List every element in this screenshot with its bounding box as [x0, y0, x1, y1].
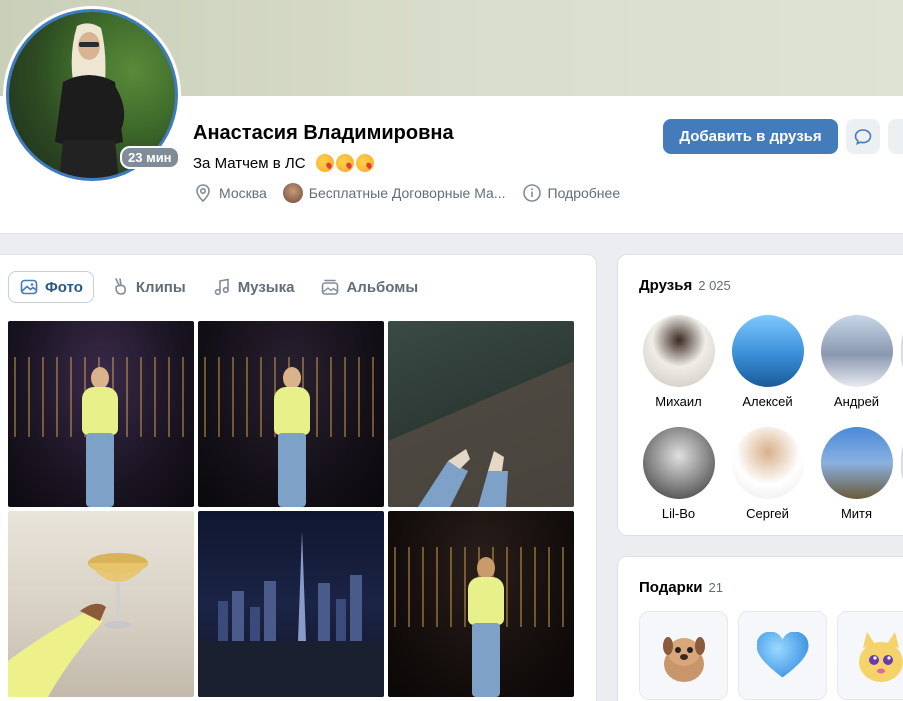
more-info-label: Подробнее: [547, 185, 621, 201]
photo-thumbnail[interactable]: [198, 511, 384, 697]
photo-grid: [8, 321, 574, 697]
online-time-badge: 23 мин: [120, 146, 180, 169]
add-friend-button[interactable]: Добавить в друзья: [663, 119, 838, 154]
gifts-title-label: Подарки: [639, 579, 703, 596]
city-label: Москва: [219, 185, 267, 201]
gifts-card: Подарки 21: [617, 556, 903, 701]
friend-item[interactable]: Сергей: [723, 427, 812, 521]
status-text: За Матчем в ЛС: [193, 154, 306, 172]
friend-name: Андрей: [833, 394, 880, 409]
image-icon: [20, 279, 38, 295]
photos-card: Фото Клипы Музыка Альбомы: [0, 254, 597, 701]
profile-more-info[interactable]: Подробнее: [522, 183, 621, 203]
albums-icon: [322, 279, 339, 295]
profile-meta: Москва Бесплатные Договорные Ма... Подро…: [193, 183, 636, 203]
photo-thumbnail[interactable]: [388, 511, 574, 697]
feet-on-floor-illustration: [388, 361, 574, 507]
community-label: Бесплатные Договорные Ма...: [308, 185, 506, 201]
gifts-row: [639, 611, 903, 700]
tab-albums[interactable]: Альбомы: [310, 271, 428, 303]
kiss-emoji-icon: [335, 154, 354, 172]
clips-icon: [115, 278, 126, 295]
profile-status: За Матчем в ЛС: [193, 154, 374, 172]
avatar-person-illustration: [55, 23, 125, 178]
friend-name: Сергей: [746, 506, 789, 521]
tab-photos[interactable]: Фото: [8, 271, 94, 303]
friend-item[interactable]: Алексей: [723, 315, 812, 409]
gifts-count: 21: [708, 580, 723, 595]
friend-item[interactable]: Lil-Bo: [634, 427, 723, 521]
friend-item[interactable]: Михаил: [634, 315, 723, 409]
cat-sticker-icon: [859, 631, 903, 682]
tab-label: Альбомы: [346, 278, 419, 296]
friends-title[interactable]: Друзья 2 025: [639, 277, 731, 294]
more-actions-button[interactable]: [888, 119, 903, 154]
gifts-title[interactable]: Подарки 21: [639, 579, 723, 596]
tab-label: Музыка: [237, 278, 295, 296]
friend-avatar: [731, 427, 804, 499]
friend-item[interactable]: Митя: [812, 427, 901, 521]
tab-label: Фото: [45, 278, 83, 296]
friend-avatar: [642, 427, 715, 499]
friend-avatar: [820, 315, 893, 387]
friend-name: Алексей: [742, 394, 793, 409]
friends-card: Друзья 2 025 Михаил Алексей Андрей Lil-Bo…: [617, 254, 903, 536]
gift-item[interactable]: [639, 611, 728, 700]
dog-sticker-icon: [662, 636, 705, 682]
community-avatar: [282, 183, 303, 203]
tab-music[interactable]: Музыка: [202, 271, 305, 303]
friends-grid: Михаил Алексей Андрей Lil-Bo Сергей Митя: [634, 315, 903, 521]
blue-heart-icon: [757, 632, 809, 680]
profile-community[interactable]: Бесплатные Договорные Ма...: [282, 183, 506, 203]
friend-avatar: [731, 315, 804, 387]
friends-title-label: Друзья: [639, 277, 693, 294]
message-bubble-icon: [854, 128, 872, 145]
profile-name: Анастасия Владимировна: [193, 122, 454, 144]
friends-count: 2 025: [698, 278, 731, 293]
kiss-emoji-icon: [315, 154, 334, 172]
media-tabs: Фото Клипы Музыка Альбомы: [8, 271, 428, 303]
location-pin-icon: [196, 184, 210, 203]
info-icon: [522, 184, 541, 202]
city-skyline-illustration: [198, 531, 384, 697]
cocktail-illustration: [8, 553, 148, 697]
friend-avatar: [820, 427, 893, 499]
photo-thumbnail[interactable]: [198, 321, 384, 507]
friend-name: Митя: [840, 506, 873, 521]
message-button[interactable]: [846, 119, 880, 154]
gift-item[interactable]: [837, 611, 903, 700]
gift-item[interactable]: [738, 611, 827, 700]
friend-name: Михаил: [655, 394, 702, 409]
tab-label: Клипы: [135, 278, 186, 296]
friend-item[interactable]: Андрей: [812, 315, 901, 409]
photo-thumbnail[interactable]: [8, 511, 194, 697]
profile-city[interactable]: Москва: [193, 183, 267, 203]
photo-thumbnail[interactable]: [8, 321, 194, 507]
kiss-emoji-icon: [355, 154, 374, 172]
photo-thumbnail[interactable]: [388, 321, 574, 507]
friend-avatar: [642, 315, 715, 387]
friend-name: Lil-Bo: [661, 506, 696, 521]
music-icon: [214, 278, 229, 296]
tab-clips[interactable]: Клипы: [100, 271, 196, 303]
